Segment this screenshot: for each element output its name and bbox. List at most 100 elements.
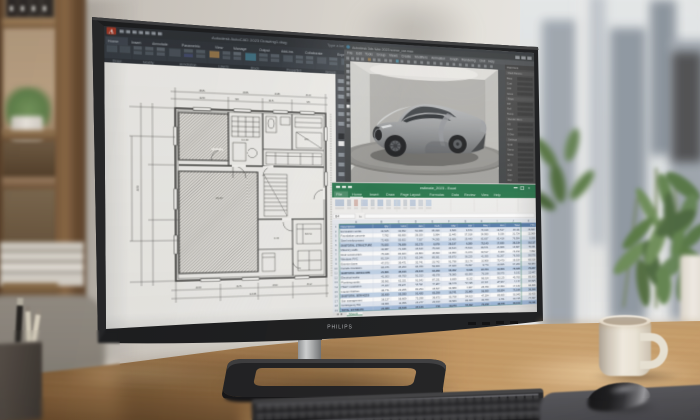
- svg-text:76,928: 76,928: [398, 243, 406, 246]
- svg-text:Draw: Draw: [386, 193, 395, 197]
- svg-text:40,613: 40,613: [449, 246, 457, 249]
- svg-text:31,724: 31,724: [513, 232, 520, 235]
- svg-text:11,445: 11,445: [449, 233, 457, 236]
- svg-text:44,760: 44,760: [398, 274, 406, 278]
- svg-text:Unit: Unit: [401, 225, 406, 228]
- svg-text:Home: Home: [352, 192, 362, 196]
- svg-text:30,425: 30,425: [529, 292, 536, 295]
- svg-text:6: 6: [335, 248, 337, 251]
- svg-text:63,745: 63,745: [513, 297, 520, 300]
- svg-text:45,662: 45,662: [497, 280, 504, 283]
- svg-text:90: 90: [235, 97, 239, 101]
- svg-text:16,406: 16,406: [449, 238, 457, 241]
- svg-text:83,923: 83,923: [398, 252, 406, 255]
- svg-text:48,578: 48,578: [497, 302, 504, 305]
- svg-text:Page Layout: Page Layout: [400, 193, 421, 197]
- svg-text:80,254: 80,254: [415, 287, 423, 291]
- svg-text:◄ ►: ◄ ►: [336, 312, 344, 317]
- svg-text:91,798: 91,798: [449, 260, 457, 263]
- svg-text:Interior finishes: Interior finishes: [341, 290, 359, 294]
- svg-text:Views: Views: [389, 53, 398, 58]
- svg-text:C: C: [398, 220, 401, 223]
- svg-text:69,873: 69,873: [449, 255, 457, 258]
- svg-text:59,579: 59,579: [528, 254, 535, 257]
- svg-text:81,314: 81,314: [381, 257, 389, 260]
- svg-text:Plumbing works: Plumbing works: [341, 280, 360, 284]
- svg-text:20,010: 20,010: [432, 300, 440, 304]
- svg-text:10,741: 10,741: [449, 291, 457, 295]
- svg-text:47,204: 47,204: [481, 294, 489, 297]
- svg-text:Env: Env: [508, 168, 512, 171]
- svg-text:52,173: 52,173: [415, 243, 423, 246]
- svg-text:9,774: 9,774: [482, 263, 488, 266]
- svg-text:59,975: 59,975: [497, 272, 504, 275]
- svg-text:75,932: 75,932: [381, 284, 389, 288]
- svg-text:21,985: 21,985: [465, 290, 473, 293]
- svg-text:295: 295: [243, 91, 248, 95]
- svg-text:70,249: 70,249: [481, 303, 489, 307]
- svg-text:78,085: 78,085: [449, 273, 457, 276]
- svg-text:65,280: 65,280: [465, 273, 473, 276]
- svg-text:51,930: 51,930: [415, 229, 423, 232]
- svg-text:Help: Help: [494, 193, 501, 197]
- svg-text:Z-Dep: Z-Dep: [507, 133, 514, 136]
- svg-text:87,764: 87,764: [481, 268, 489, 271]
- svg-text:Animation: Animation: [431, 56, 445, 61]
- svg-text:23,277: 23,277: [416, 301, 424, 305]
- svg-text:70,419: 70,419: [481, 228, 489, 231]
- svg-text:290: 290: [272, 283, 277, 287]
- svg-text:Exp: Exp: [508, 179, 512, 182]
- svg-text:38,139: 38,139: [513, 241, 520, 244]
- svg-text:Group: Group: [377, 52, 387, 57]
- svg-text:75,010: 75,010: [432, 247, 440, 250]
- svg-text:248: 248: [275, 92, 280, 96]
- svg-text:Masonry walls: Masonry walls: [341, 248, 358, 252]
- svg-text:120: 120: [199, 96, 205, 100]
- svg-text:59,009: 59,009: [432, 265, 440, 268]
- svg-text:File: File: [347, 51, 352, 56]
- svg-text:Home: Home: [108, 38, 119, 43]
- svg-text:30,763: 30,763: [481, 298, 489, 301]
- svg-text:Jun: Jun: [500, 224, 504, 227]
- svg-text:Refl: Refl: [507, 107, 512, 110]
- svg-text:80,109: 80,109: [513, 301, 520, 304]
- svg-text:Settings: Settings: [508, 138, 517, 141]
- svg-text:65,246: 65,246: [415, 256, 423, 259]
- svg-text:89,665: 89,665: [497, 293, 504, 296]
- svg-text:65,075: 65,075: [381, 266, 389, 270]
- svg-text:5,094: 5,094: [433, 233, 439, 236]
- svg-text:10,908: 10,908: [481, 259, 489, 262]
- svg-text:1: 1: [335, 225, 337, 228]
- svg-text:52,824: 52,824: [497, 289, 504, 292]
- svg-text:75,287: 75,287: [528, 267, 535, 270]
- svg-text:Foundation concrete: Foundation concrete: [341, 234, 365, 238]
- svg-text:Total: Total: [514, 224, 519, 227]
- svg-text:77,397: 77,397: [529, 296, 536, 299]
- svg-text:9.45: 9.45: [274, 237, 280, 241]
- svg-text:18: 18: [335, 304, 338, 308]
- svg-text:Edit: Edit: [356, 51, 363, 56]
- svg-text:Diff: Diff: [507, 102, 511, 105]
- svg-text:7,992: 7,992: [529, 249, 535, 252]
- svg-text:Base: Base: [507, 77, 513, 80]
- svg-text:72,196: 72,196: [513, 288, 520, 291]
- svg-text:Spec: Spec: [507, 128, 513, 131]
- svg-text:7,782: 7,782: [382, 234, 389, 237]
- svg-text:17,132: 17,132: [513, 284, 520, 287]
- svg-text:3: 3: [335, 234, 337, 237]
- svg-text:Feb: Feb: [435, 225, 440, 228]
- svg-text:51,422: 51,422: [415, 292, 423, 296]
- svg-text:29,440: 29,440: [465, 237, 473, 240]
- svg-text:39,534: 39,534: [513, 258, 520, 261]
- svg-text:Excavation works: Excavation works: [341, 230, 362, 234]
- svg-text:6,285: 6,285: [466, 242, 472, 245]
- svg-text:96,014: 96,014: [481, 276, 489, 279]
- svg-text:37,133: 37,133: [416, 305, 424, 309]
- svg-text:×: ×: [528, 186, 530, 191]
- svg-text:85,000: 85,000: [528, 275, 535, 278]
- svg-text:71,973: 71,973: [465, 251, 473, 254]
- svg-text:55,117: 55,117: [528, 241, 535, 244]
- svg-text:365: 365: [199, 89, 205, 93]
- svg-text:75,048: 75,048: [381, 252, 389, 255]
- svg-text:72,406: 72,406: [381, 239, 389, 242]
